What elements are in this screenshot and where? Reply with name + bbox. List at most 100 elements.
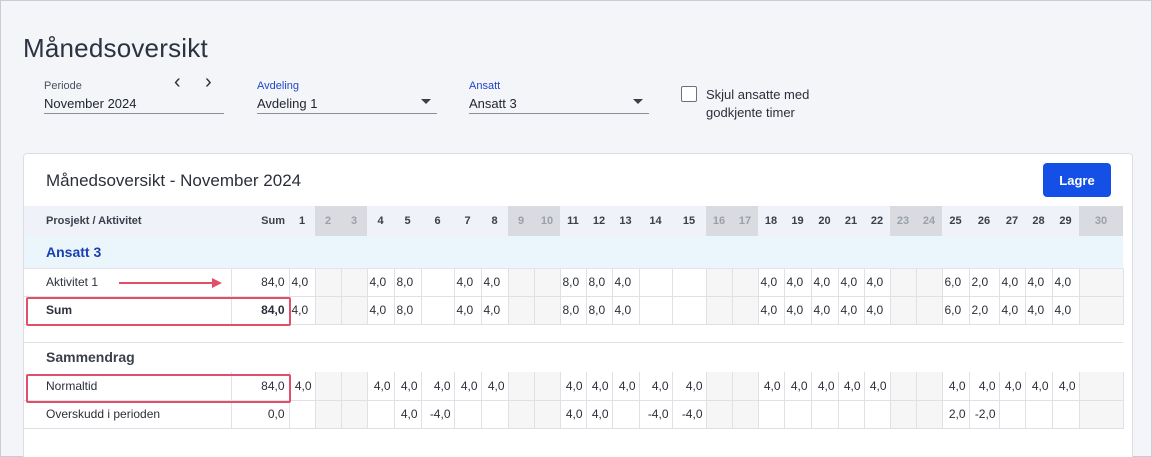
day-cell[interactable]: 4,0	[481, 268, 509, 297]
day-cell[interactable]	[890, 372, 917, 401]
day-cell[interactable]	[758, 400, 785, 429]
day-cell[interactable]	[315, 296, 342, 325]
day-cell[interactable]: -4,0	[421, 400, 455, 429]
day-cell[interactable]: 2,0	[942, 400, 970, 429]
day-cell[interactable]: 4,0	[367, 296, 395, 325]
periode-field[interactable]: Periode November 2024 ‹ ›	[44, 71, 224, 114]
day-cell[interactable]: -4,0	[672, 400, 707, 429]
day-cell[interactable]	[639, 268, 673, 297]
day-cell[interactable]	[706, 296, 733, 325]
day-cell[interactable]: 8,0	[394, 268, 422, 297]
day-cell[interactable]	[732, 268, 759, 297]
next-month-icon[interactable]: ›	[205, 71, 212, 94]
day-cell[interactable]	[706, 372, 733, 401]
day-cell[interactable]: -4,0	[639, 400, 673, 429]
day-cell[interactable]	[811, 400, 839, 429]
day-cell[interactable]: 4,0	[758, 268, 785, 297]
day-cell[interactable]	[784, 400, 812, 429]
day-cell[interactable]: 4,0	[1025, 372, 1053, 401]
day-cell[interactable]: 8,0	[586, 296, 613, 325]
day-cell[interactable]: 8,0	[586, 268, 613, 297]
day-cell[interactable]: 4,0	[481, 296, 509, 325]
day-cell[interactable]: 4,0	[454, 372, 482, 401]
save-button[interactable]: Lagre	[1043, 163, 1111, 197]
day-cell[interactable]	[534, 372, 561, 401]
day-cell[interactable]: 4,0	[811, 268, 839, 297]
day-cell[interactable]: 4,0	[1025, 268, 1053, 297]
day-cell[interactable]: 4,0	[999, 372, 1026, 401]
ansatt-select[interactable]: Ansatt Ansatt 3	[469, 77, 649, 114]
day-cell[interactable]: 4,0	[758, 296, 785, 325]
day-cell[interactable]	[508, 296, 535, 325]
day-cell[interactable]	[1079, 372, 1124, 401]
day-cell[interactable]: 2,0	[969, 296, 1000, 325]
day-cell[interactable]	[421, 268, 455, 297]
day-cell[interactable]: 4,0	[421, 372, 455, 401]
day-cell[interactable]: -2,0	[969, 400, 1000, 429]
day-cell[interactable]: 4,0	[969, 372, 1000, 401]
day-cell[interactable]	[534, 400, 561, 429]
day-cell[interactable]: 4,0	[289, 268, 316, 297]
day-cell[interactable]	[706, 400, 733, 429]
day-cell[interactable]: 4,0	[999, 296, 1026, 325]
day-cell[interactable]	[890, 296, 917, 325]
day-cell[interactable]: 4,0	[784, 296, 812, 325]
day-cell[interactable]: 4,0	[1052, 296, 1080, 325]
day-cell[interactable]	[508, 268, 535, 297]
day-cell[interactable]	[706, 268, 733, 297]
day-cell[interactable]	[916, 296, 943, 325]
day-cell[interactable]: 4,0	[838, 372, 865, 401]
day-cell[interactable]: 4,0	[289, 296, 316, 325]
day-cell[interactable]: 4,0	[394, 400, 422, 429]
skjul-ansatte-checkbox[interactable]	[681, 86, 697, 102]
day-cell[interactable]	[341, 372, 368, 401]
day-cell[interactable]: 4,0	[758, 372, 785, 401]
day-cell[interactable]: 4,0	[394, 372, 422, 401]
day-cell[interactable]: 4,0	[811, 296, 839, 325]
day-cell[interactable]	[838, 400, 865, 429]
day-cell[interactable]: 4,0	[367, 268, 395, 297]
day-cell[interactable]: 4,0	[838, 268, 865, 297]
day-cell[interactable]	[1079, 268, 1124, 297]
day-cell[interactable]: 4,0	[942, 372, 970, 401]
day-cell[interactable]: 8,0	[560, 296, 587, 325]
day-cell[interactable]: 4,0	[1052, 268, 1080, 297]
day-cell[interactable]	[916, 400, 943, 429]
day-cell[interactable]: 6,0	[942, 296, 970, 325]
day-cell[interactable]	[341, 400, 368, 429]
day-cell[interactable]: 4,0	[999, 268, 1026, 297]
day-cell[interactable]	[1079, 400, 1124, 429]
day-cell[interactable]	[732, 296, 759, 325]
day-cell[interactable]: 4,0	[639, 372, 673, 401]
day-cell[interactable]: 4,0	[560, 372, 587, 401]
day-cell[interactable]: 4,0	[811, 372, 839, 401]
day-cell[interactable]: 4,0	[784, 372, 812, 401]
day-cell[interactable]: 4,0	[289, 372, 316, 401]
day-cell[interactable]: 4,0	[838, 296, 865, 325]
day-cell[interactable]	[732, 400, 759, 429]
day-cell[interactable]	[672, 296, 707, 325]
day-cell[interactable]	[999, 400, 1026, 429]
day-cell[interactable]	[534, 296, 561, 325]
previous-month-icon[interactable]: ‹	[174, 71, 181, 94]
day-cell[interactable]: 4,0	[784, 268, 812, 297]
day-cell[interactable]	[367, 400, 395, 429]
day-cell[interactable]	[421, 296, 455, 325]
day-cell[interactable]	[481, 400, 509, 429]
day-cell[interactable]	[1052, 400, 1080, 429]
day-cell[interactable]	[1079, 296, 1124, 325]
day-cell[interactable]	[890, 268, 917, 297]
day-cell[interactable]: 4,0	[672, 372, 707, 401]
day-cell[interactable]	[916, 268, 943, 297]
day-cell[interactable]: 4,0	[586, 372, 613, 401]
day-cell[interactable]	[289, 400, 316, 429]
day-cell[interactable]: 4,0	[367, 372, 395, 401]
day-cell[interactable]: 4,0	[560, 400, 587, 429]
day-cell[interactable]	[315, 400, 342, 429]
day-cell[interactable]	[341, 268, 368, 297]
day-cell[interactable]	[864, 400, 891, 429]
day-cell[interactable]	[890, 400, 917, 429]
day-cell[interactable]: 4,0	[864, 296, 891, 325]
day-cell[interactable]	[639, 296, 673, 325]
day-cell[interactable]	[612, 400, 640, 429]
